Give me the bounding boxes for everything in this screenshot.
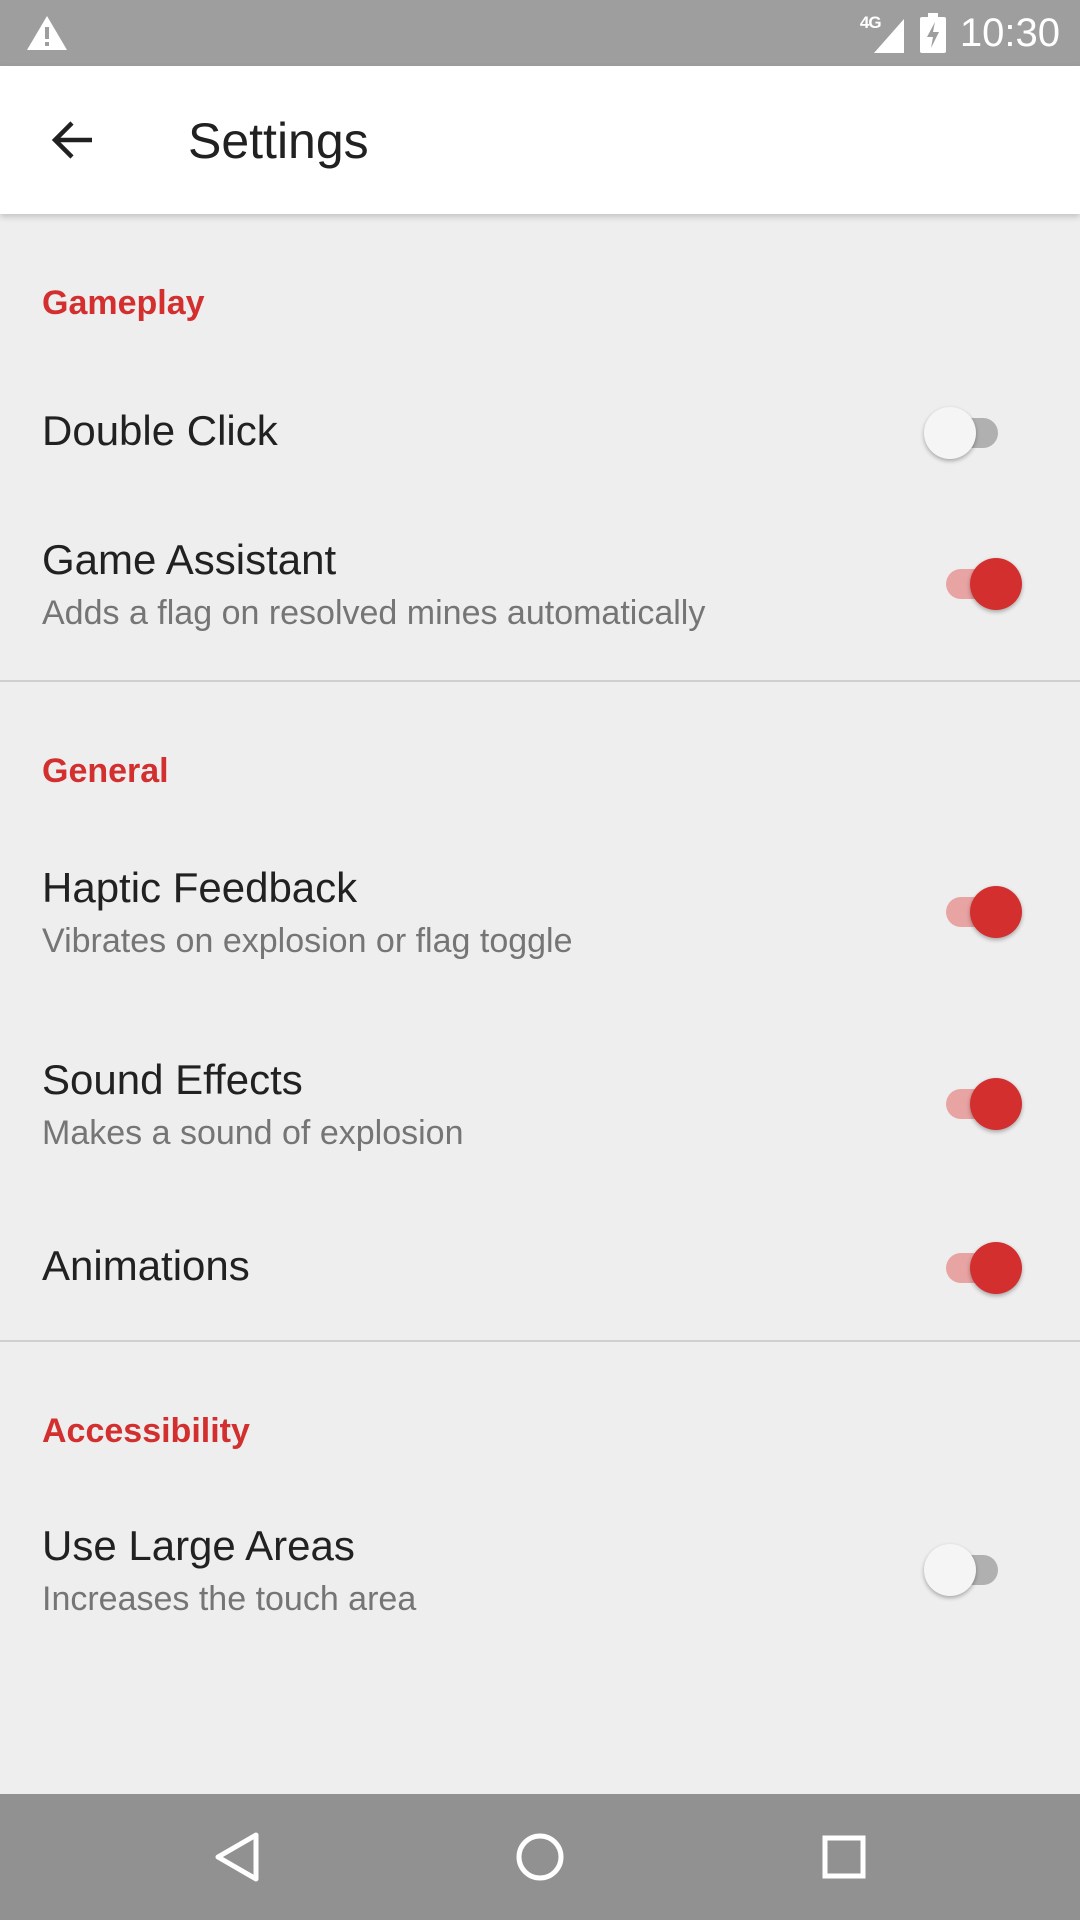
pref-sound-effects[interactable]: Sound Effects Makes a sound of explosion — [0, 1034, 1080, 1184]
double-click-switch[interactable] — [924, 403, 1014, 463]
switch-thumb — [924, 1544, 976, 1596]
section-header-general: General — [42, 752, 169, 790]
pref-title: Double Click — [42, 407, 278, 454]
home-circle-icon — [516, 1833, 564, 1881]
page-title: Settings — [188, 113, 369, 169]
network-indicator: 4G — [860, 13, 904, 53]
status-bar: 4G 10:30 — [0, 0, 1080, 66]
nav-home-button[interactable] — [502, 1819, 578, 1895]
pref-title: Sound Effects — [42, 1056, 303, 1103]
switch-thumb — [970, 558, 1022, 610]
animations-switch[interactable] — [934, 1238, 1024, 1298]
nav-recents-button[interactable] — [806, 1819, 882, 1895]
clock: 10:30 — [959, 10, 1060, 55]
divider — [0, 1340, 1080, 1342]
pref-summary: Adds a flag on resolved mines automatica… — [42, 594, 706, 632]
back-triangle-icon — [215, 1832, 259, 1882]
arrow-left-icon — [51, 121, 92, 159]
pref-summary: Makes a sound of explosion — [42, 1114, 464, 1152]
back-button[interactable] — [34, 108, 112, 172]
sound-effects-switch[interactable] — [934, 1074, 1024, 1134]
pref-double-click[interactable]: Double Click — [0, 379, 1080, 489]
nav-back-button[interactable] — [200, 1819, 276, 1895]
navigation-bar — [0, 1794, 1080, 1920]
battery-charging-icon — [919, 13, 946, 53]
haptic-feedback-switch[interactable] — [934, 882, 1024, 942]
switch-thumb — [924, 407, 976, 459]
signal-icon — [873, 19, 904, 53]
status-right: 4G 10:30 — [860, 0, 1060, 66]
switch-thumb — [970, 886, 1022, 938]
pref-animations[interactable]: Animations — [0, 1214, 1080, 1324]
pref-title: Animations — [42, 1242, 250, 1289]
game-assistant-switch[interactable] — [934, 554, 1024, 614]
pref-use-large-areas[interactable]: Use Large Areas Increases the touch area — [0, 1500, 1080, 1650]
section-header-gameplay: Gameplay — [42, 284, 205, 322]
pref-summary: Vibrates on explosion or flag toggle — [42, 922, 573, 960]
pref-title: Use Large Areas — [42, 1522, 355, 1569]
pref-summary: Increases the touch area — [42, 1580, 417, 1618]
pref-haptic-feedback[interactable]: Haptic Feedback Vibrates on explosion or… — [0, 842, 1080, 992]
warning-icon — [27, 16, 67, 50]
divider — [0, 680, 1080, 682]
section-header-accessibility: Accessibility — [42, 1412, 250, 1450]
use-large-areas-switch[interactable] — [924, 1540, 1014, 1600]
pref-title: Haptic Feedback — [42, 864, 358, 911]
pref-game-assistant[interactable]: Game Assistant Adds a flag on resolved m… — [0, 514, 1080, 664]
recents-square-icon — [822, 1835, 866, 1879]
settings-screen: 4G 10:30 Settings Gameplay Double Click … — [0, 0, 1080, 1920]
switch-thumb — [970, 1242, 1022, 1294]
switch-thumb — [970, 1078, 1022, 1130]
app-bar: Settings — [0, 66, 1080, 214]
pref-title: Game Assistant — [42, 536, 337, 583]
